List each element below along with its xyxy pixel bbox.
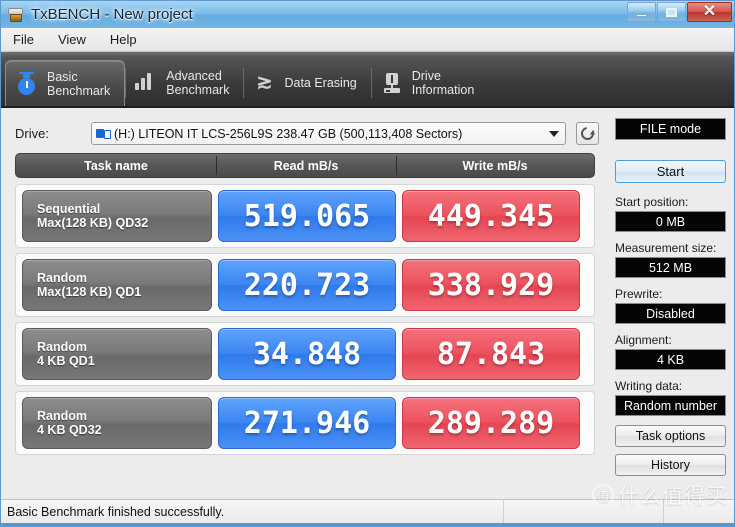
tab-bar: Basic Benchmark Advanced Benchmark ≳ Dat…: [1, 52, 734, 108]
benchmark-panel: Drive: (H:) LITEON IT LCS-256L9S 238.47 …: [1, 108, 609, 499]
main-content: Drive: (H:) LITEON IT LCS-256L9S 238.47 …: [1, 108, 734, 499]
task-name-secondary: 4 KB QD1: [37, 354, 95, 368]
drive-icon: [7, 6, 25, 24]
bar-chart-icon: [135, 70, 157, 96]
write-value: 289.289: [402, 397, 580, 449]
title-bar: TxBENCH - New project ✕: [1, 1, 734, 28]
task-name-primary: Random: [37, 340, 87, 354]
table-row: Sequential Max(128 KB) QD32 519.065 449.…: [15, 184, 595, 248]
start-position-label: Start position:: [615, 195, 689, 209]
tab-advanced-benchmark-label: Advanced Benchmark: [166, 69, 230, 97]
task-name-primary: Sequential: [37, 202, 101, 216]
chevron-down-icon: [549, 130, 559, 137]
status-bar: Basic Benchmark finished successfully.: [1, 499, 734, 523]
task-name-cell: Sequential Max(128 KB) QD32: [22, 190, 212, 242]
results-table: Task name Read mB/s Write mB/s Sequentia…: [1, 153, 609, 455]
column-header-task-name: Task name: [84, 158, 148, 173]
start-position-value[interactable]: 0 MB: [615, 211, 726, 232]
settings-sidebar: FILE mode Start Start position: 0 MB Mea…: [609, 108, 734, 499]
task-name-cell: Random 4 KB QD32: [22, 397, 212, 449]
writing-data-label: Writing data:: [615, 379, 683, 393]
table-row: Random 4 KB QD32 271.946 289.289: [15, 391, 595, 455]
start-button[interactable]: Start: [615, 160, 726, 183]
drive-label: Drive:: [15, 126, 49, 141]
alignment-value[interactable]: 4 KB: [615, 349, 726, 370]
status-message: Basic Benchmark finished successfully.: [1, 500, 504, 523]
prewrite-label: Prewrite:: [615, 287, 663, 301]
menu-item-view[interactable]: View: [54, 30, 90, 49]
tab-data-erasing-label: Data Erasing: [284, 76, 357, 90]
write-value: 87.843: [402, 328, 580, 380]
drive-select[interactable]: (H:) LITEON IT LCS-256L9S 238.47 GB (500…: [91, 122, 566, 145]
write-value: 449.345: [402, 190, 580, 242]
table-row: Random 4 KB QD1 34.848 87.843: [15, 322, 595, 386]
table-header-row: Task name Read mB/s Write mB/s: [15, 153, 595, 178]
drive-info-icon: [381, 70, 403, 96]
task-name-primary: Random: [37, 409, 87, 423]
zigzag-erase-icon: ≳: [256, 72, 273, 93]
task-name-secondary: Max(128 KB) QD1: [37, 285, 142, 299]
application-window: TxBENCH - New project ✕ File View Help B…: [0, 0, 735, 527]
tab-drive-information-label: Drive Information: [411, 69, 475, 97]
task-name-cell: Random Max(128 KB) QD1: [22, 259, 212, 311]
tab-basic-benchmark-label: Basic Benchmark: [47, 69, 111, 98]
tab-data-erasing[interactable]: ≳ Data Erasing: [243, 60, 370, 106]
prewrite-value[interactable]: Disabled: [615, 303, 726, 324]
read-value: 519.065: [218, 190, 396, 242]
writing-data-value[interactable]: Random number: [615, 395, 726, 416]
task-name-cell: Random 4 KB QD1: [22, 328, 212, 380]
minimize-button[interactable]: [627, 2, 656, 22]
window-title: TxBENCH - New project: [31, 6, 193, 23]
tab-basic-benchmark[interactable]: Basic Benchmark: [5, 60, 126, 106]
task-name-secondary: Max(128 KB) QD32: [37, 216, 149, 230]
close-button[interactable]: ✕: [687, 2, 732, 22]
read-value: 220.723: [218, 259, 396, 311]
minimize-icon: [636, 14, 647, 17]
maximize-button[interactable]: [657, 2, 686, 22]
table-row: Random Max(128 KB) QD1 220.723 338.929: [15, 253, 595, 317]
measurement-size-label: Measurement size:: [615, 241, 717, 255]
file-mode-indicator[interactable]: FILE mode: [615, 118, 726, 140]
read-value: 34.848: [218, 328, 396, 380]
task-name-secondary: 4 KB QD32: [37, 423, 102, 437]
write-value: 338.929: [402, 259, 580, 311]
task-options-button[interactable]: Task options: [615, 425, 726, 447]
menu-bar: File View Help: [1, 28, 734, 52]
window-controls: ✕: [627, 2, 732, 22]
drive-select-value: (H:) LITEON IT LCS-256L9S 238.47 GB (500…: [114, 126, 463, 141]
history-button[interactable]: History: [615, 454, 726, 476]
column-header-write: Write mB/s: [396, 154, 594, 177]
close-icon: ✕: [702, 3, 717, 20]
refresh-icon: [578, 124, 597, 143]
drive-selector-row: Drive: (H:) LITEON IT LCS-256L9S 238.47 …: [1, 116, 609, 153]
read-value: 271.946: [218, 397, 396, 449]
tab-advanced-benchmark[interactable]: Advanced Benchmark: [125, 60, 243, 106]
menu-item-help[interactable]: Help: [106, 30, 141, 49]
tab-drive-information[interactable]: Drive Information: [370, 60, 489, 106]
task-name-primary: Random: [37, 271, 87, 285]
alignment-label: Alignment:: [615, 333, 672, 347]
status-segment-end: [664, 500, 734, 523]
column-header-read: Read mB/s: [216, 154, 396, 177]
refresh-drives-button[interactable]: [576, 122, 599, 145]
drive-volume-icon: [96, 128, 111, 139]
menu-item-file[interactable]: File: [9, 30, 38, 49]
status-segment-mid: [504, 500, 664, 523]
stopwatch-icon: [16, 71, 38, 97]
maximize-icon: [666, 7, 677, 17]
measurement-size-value[interactable]: 512 MB: [615, 257, 726, 278]
